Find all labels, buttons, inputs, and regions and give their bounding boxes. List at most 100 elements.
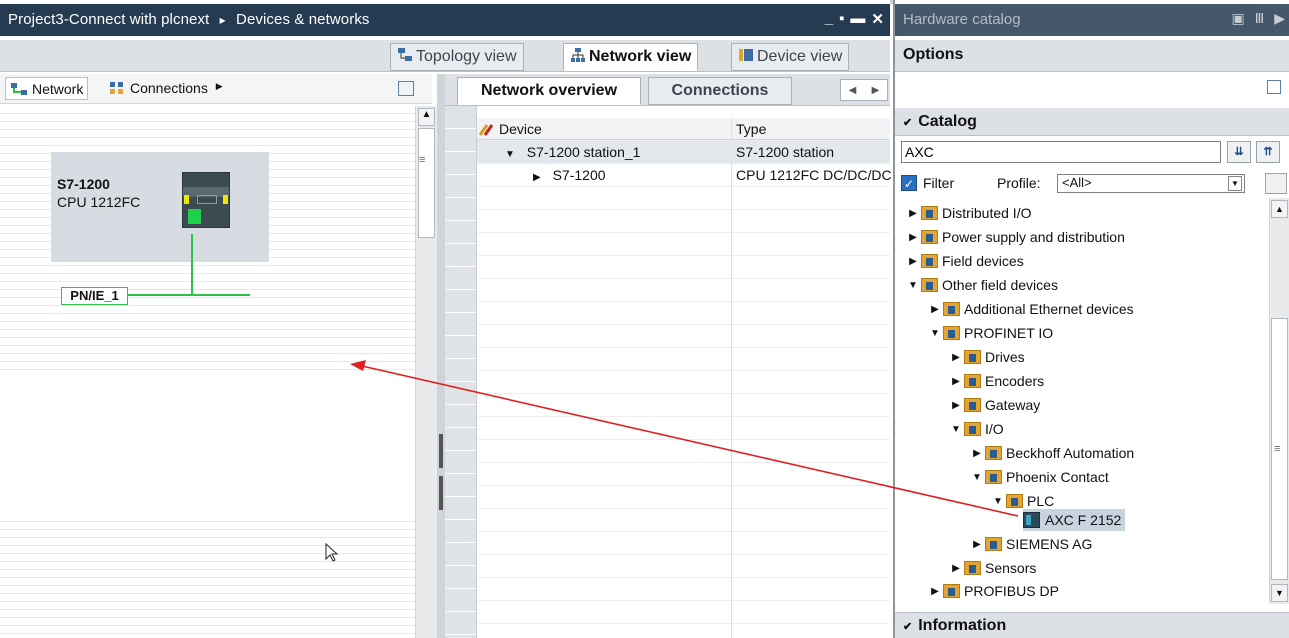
tree-item-label: Encoders	[985, 373, 1045, 389]
editor-toolbar: Network Connections ▶	[0, 74, 432, 104]
canvas-vertical-scrollbar[interactable]: ▲ ≡	[415, 106, 437, 638]
tree-toggle-icon[interactable]: ▶	[950, 376, 962, 387]
tree-item[interactable]: ▼ PROFINET IO	[929, 322, 1053, 344]
close-icon[interactable]: ✕	[871, 10, 884, 28]
tree-toggle-icon[interactable]: ▼	[929, 328, 941, 339]
network-mode-button[interactable]: Network	[5, 77, 89, 100]
options-panel-icon[interactable]	[1267, 80, 1281, 94]
table-row[interactable]: ▶ S7-1200 CPU 1212FC DC/DC/DC	[477, 164, 892, 186]
profinet-port-icon[interactable]	[188, 209, 201, 224]
folder-icon	[921, 206, 938, 220]
profile-select[interactable]: <All> ▼	[1057, 174, 1245, 193]
tree-item[interactable]: ▶ SIEMENS AG	[971, 533, 1092, 555]
tree-item-label: PROFINET IO	[964, 325, 1054, 341]
tree-toggle-icon[interactable]: ▶	[971, 539, 983, 550]
tree-toggle-icon[interactable]: ▶	[950, 400, 962, 411]
plc-device[interactable]: S7-1200 CPU 1212FC	[51, 152, 269, 262]
tab-network-view[interactable]: Network view	[563, 43, 699, 71]
tab-device-view[interactable]: Device view	[731, 43, 850, 71]
tree-item[interactable]: ▶ Beckhoff Automation	[971, 442, 1134, 464]
chevron-down-icon[interactable]: ▼	[1228, 176, 1242, 191]
subnet-line[interactable]	[127, 294, 250, 296]
catalog-section-header[interactable]: ✔ Catalog	[895, 108, 1289, 136]
tree-toggle-icon[interactable]: ▼	[971, 472, 983, 483]
float-pane-icon[interactable]: ▣	[1232, 10, 1245, 26]
project-title: Project3-Connect with plcnext	[8, 11, 210, 28]
overview-toggle-icon[interactable]	[398, 81, 414, 96]
tab-network-overview[interactable]: Network overview	[457, 77, 641, 105]
tree-item[interactable]: ▼ Phoenix Contact	[971, 466, 1109, 488]
float-icon[interactable]: ▪	[839, 10, 844, 28]
search-down-button[interactable]: ⇊	[1227, 141, 1251, 163]
tree-toggle-icon[interactable]: ▶	[929, 304, 941, 315]
tree-toggle-icon[interactable]: ▼	[907, 280, 919, 291]
pin-pane-icon[interactable]: Ⅲ	[1255, 10, 1265, 26]
tree-item[interactable]: ▶ Drives	[950, 346, 1025, 368]
device-name: S7-1200	[57, 176, 110, 192]
expand-toggle-icon[interactable]: ▼	[505, 149, 515, 160]
tree-toggle-icon[interactable]: ▶	[907, 256, 919, 267]
tree-toggle-icon[interactable]: ▼	[950, 424, 962, 435]
tree-toggle-icon[interactable]: ▶	[971, 448, 983, 459]
catalog-search-input[interactable]	[901, 141, 1221, 163]
connections-dropdown-icon[interactable]: ▶	[216, 81, 223, 91]
column-header-device[interactable]: Device	[477, 118, 731, 140]
profile-settings-button[interactable]	[1265, 173, 1287, 194]
tree-item[interactable]: ▶ Gateway	[950, 394, 1040, 416]
search-up-button[interactable]: ⇈	[1256, 141, 1280, 163]
tab-connections[interactable]: Connections	[648, 77, 792, 105]
maximize-icon[interactable]: ▬	[850, 10, 865, 28]
catalog-tree: ▶ Distributed I/O ▶ Power supply and distr…	[895, 198, 1269, 604]
tab-scroll-arrows[interactable]: ◀ ▶	[840, 79, 888, 101]
folder-icon	[985, 446, 1002, 460]
collapse-right-icon[interactable]	[439, 476, 443, 510]
connections-mode-button[interactable]: Connections ▶	[104, 77, 227, 100]
folder-icon	[921, 254, 938, 268]
plc-image-icon	[182, 172, 230, 228]
filter-checkbox[interactable]: ✓	[901, 175, 917, 191]
column-header-type[interactable]: Type	[732, 118, 890, 140]
tree-item[interactable]: ▶ Encoders	[950, 370, 1044, 392]
tree-item-label: Beckhoff Automation	[1006, 445, 1135, 461]
scroll-up-icon[interactable]: ▲	[418, 108, 435, 126]
tree-toggle-icon[interactable]: ▶	[950, 563, 962, 574]
minimize-icon[interactable]: _	[825, 10, 833, 28]
catalog-vertical-scrollbar[interactable]: ▲ ≡ ▼	[1269, 198, 1289, 604]
tree-toggle-icon[interactable]: ▶	[907, 208, 919, 219]
pane-splitter[interactable]	[437, 74, 445, 638]
information-section-header[interactable]: ✔ Information	[895, 612, 1289, 638]
tree-item[interactable]: ▶ Distributed I/O	[907, 202, 1031, 224]
connections-mode-label: Connections	[130, 80, 208, 96]
scroll-up-icon[interactable]: ▲	[1271, 200, 1288, 218]
tree-toggle-icon[interactable]: ▼	[992, 496, 1004, 507]
tree-toggle-icon[interactable]: ▶	[950, 352, 962, 363]
hardware-catalog-pane: Hardware catalog ▣ Ⅲ ▶ Options ✔ Catalog …	[893, 0, 1289, 638]
scroll-down-icon[interactable]: ▼	[1271, 584, 1288, 602]
options-section[interactable]: Options	[895, 40, 1289, 72]
tree-item[interactable]: ▶ Power supply and distribution	[907, 226, 1125, 248]
tree-item-axc-f-2152[interactable]: AXC F 2152	[1023, 509, 1126, 531]
folder-icon	[943, 302, 960, 316]
tree-item[interactable]: ▶ Sensors	[950, 557, 1036, 579]
table-row[interactable]: ▼ S7-1200 station_1 S7-1200 station	[477, 141, 890, 163]
expand-toggle-icon[interactable]: ▶	[533, 172, 541, 183]
collapse-pane-icon[interactable]: ▶	[1274, 10, 1285, 26]
subnet-label[interactable]: PN/IE_1	[61, 287, 128, 305]
tab-topology-view[interactable]: Topology view	[390, 43, 524, 71]
tree-item[interactable]: ▶ Field devices	[907, 250, 1024, 272]
tree-item[interactable]: ▶ PROFIBUS DP	[929, 580, 1059, 602]
tab-scroll-right-icon[interactable]: ▶	[872, 85, 880, 96]
collapse-left-icon[interactable]	[439, 434, 443, 468]
tab-scroll-left-icon[interactable]: ◀	[849, 85, 857, 96]
grid-lines	[477, 118, 890, 638]
network-canvas[interactable]: S7-1200 CPU 1212FC PN/IE_1	[0, 106, 415, 638]
tree-item[interactable]: ▼ Other field devices	[907, 274, 1058, 296]
tree-item[interactable]: ▶ Additional Ethernet devices	[929, 298, 1134, 320]
column-separator	[731, 118, 732, 638]
tree-toggle-icon[interactable]: ▶	[907, 232, 919, 243]
scrollbar-thumb[interactable]	[418, 128, 435, 238]
tree-item[interactable]: ▼ I/O	[950, 418, 1004, 440]
tree-toggle-icon[interactable]: ▶	[929, 586, 941, 597]
row-headers	[445, 106, 477, 638]
network-connect-icon	[11, 83, 27, 95]
